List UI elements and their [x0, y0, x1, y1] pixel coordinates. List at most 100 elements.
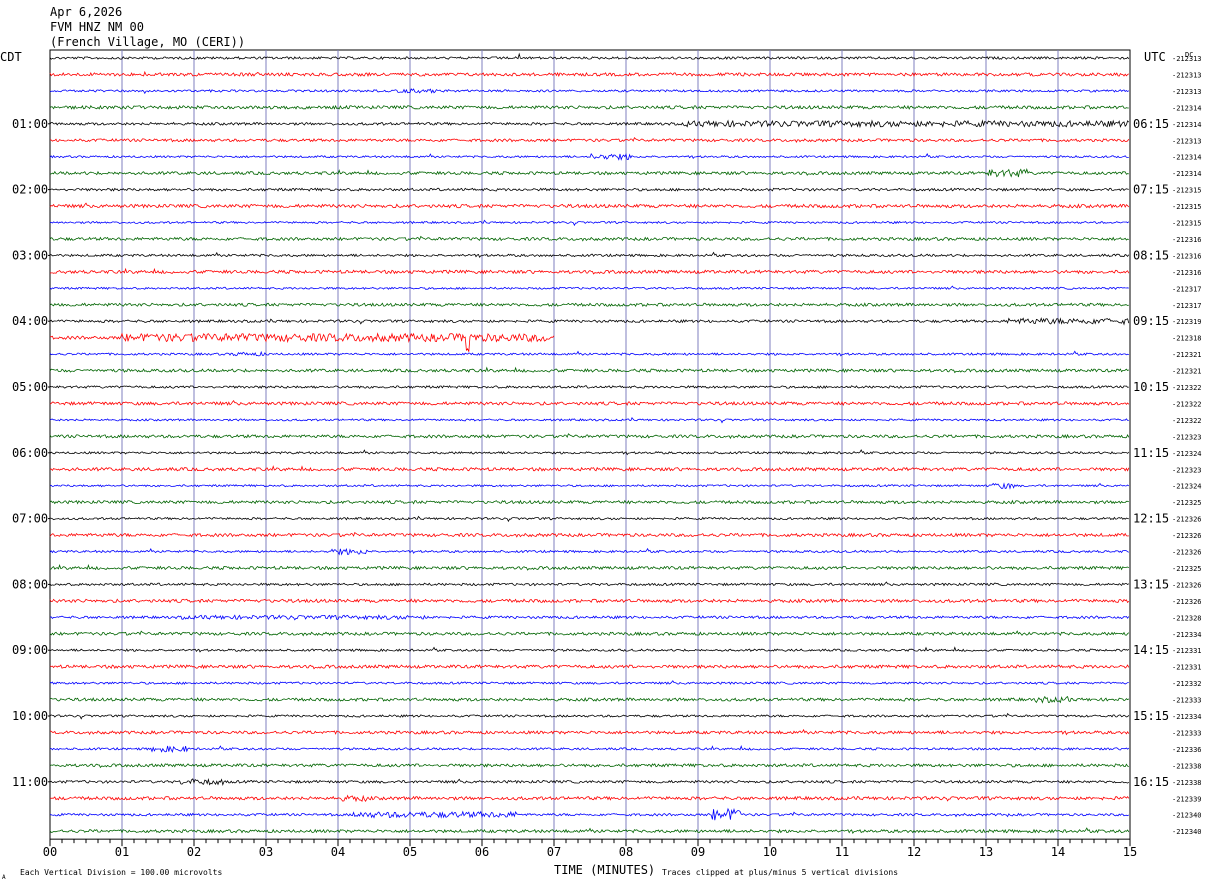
trace-line — [49, 531, 1129, 538]
dc-offset-value: -212334 — [1172, 713, 1202, 721]
dc-offset-value: -212326 — [1172, 549, 1202, 557]
left-hour-label: 04:00 — [12, 314, 48, 328]
dc-offset-value: -212313 — [1172, 88, 1202, 96]
trace-line — [49, 366, 1129, 374]
dc-offset-value: -212333 — [1172, 697, 1202, 705]
dc-offset-value: -212322 — [1172, 400, 1202, 408]
trace-line — [49, 465, 1130, 472]
trace-line — [49, 267, 1130, 275]
trace-line — [49, 763, 1130, 769]
dc-offset-value: -212322 — [1172, 417, 1202, 425]
dc-offset-value: -212317 — [1172, 285, 1202, 293]
trace-group — [49, 52, 1130, 835]
dc-offset-value: -212322 — [1172, 384, 1202, 392]
dc-offset-value: -212321 — [1172, 368, 1202, 376]
dc-offset-value: -212331 — [1172, 664, 1202, 672]
trace-line — [49, 70, 1130, 78]
left-hour-labels: 01:00 02:00 03:00 04:00 05:00 06:00 07:00 08:00… — [12, 117, 50, 789]
trace-line — [49, 417, 1129, 424]
dc-offset-value: -212317 — [1172, 302, 1202, 310]
trace-line — [49, 728, 1130, 736]
dc-offset-value: -212319 — [1172, 318, 1202, 326]
x-tick-label: 02 — [187, 845, 201, 859]
trace-line — [49, 563, 1129, 571]
left-hour-label: 10:00 — [12, 709, 48, 723]
helicorder-record: Apr 6,2026 FVM HNZ NM 00 (French Village… — [0, 0, 1210, 886]
dc-offset-value: -212323 — [1172, 433, 1202, 441]
dc-offset-value: -212314 — [1172, 170, 1202, 178]
dc-offset-value: -212315 — [1172, 187, 1202, 195]
dc-offset-value: -212325 — [1172, 565, 1202, 573]
x-axis: 00 01 02 03 04 05 06 07 08 09 10 11 12 13 14 15 — [43, 839, 1137, 859]
dc-offset-value: -212315 — [1172, 220, 1202, 228]
trace-line — [49, 136, 1130, 143]
left-timezone-label: CDT — [0, 50, 22, 64]
dc-offset-value: -212314 — [1172, 121, 1202, 129]
trace-line — [49, 777, 1130, 787]
dc-offset-value: -212326 — [1172, 581, 1202, 589]
trace-line — [49, 400, 1130, 406]
trace-line — [49, 680, 1129, 685]
right-hour-label: 06:15 — [1133, 117, 1169, 131]
trace-line — [49, 794, 1130, 803]
x-tick-label: 13 — [979, 845, 993, 859]
dc-offset-value: -212328 — [1172, 614, 1202, 622]
trace-line — [49, 433, 1130, 440]
dc-offset-value: -212324 — [1172, 450, 1202, 458]
trace-line — [49, 350, 1129, 357]
dc-offset-value: -212339 — [1172, 795, 1202, 803]
right-hour-label: 10:15 — [1133, 380, 1169, 394]
dc-offset-value: -212316 — [1172, 236, 1202, 244]
trace-line — [49, 317, 1130, 326]
dc-offset-value: -212325 — [1172, 499, 1202, 507]
x-tick-label: 09 — [691, 845, 705, 859]
trace-line — [49, 187, 1129, 192]
left-hour-label: 01:00 — [12, 117, 48, 131]
dc-offset-value: -212338 — [1172, 779, 1202, 787]
right-hour-label: 11:15 — [1133, 446, 1169, 460]
left-hour-label: 05:00 — [12, 380, 48, 394]
x-tick-label: 06 — [475, 845, 489, 859]
right-hour-label: 08:15 — [1133, 248, 1169, 262]
trace-line — [49, 515, 1129, 523]
dc-offset-value: -212326 — [1172, 516, 1202, 524]
dc-offset-value: -212316 — [1172, 269, 1202, 277]
trace-line — [49, 614, 1130, 621]
dc-offset-value: -212326 — [1172, 532, 1202, 540]
x-tick-label: 14 — [1051, 845, 1065, 859]
trace-line — [49, 807, 1130, 821]
x-tick-label: 01 — [115, 845, 129, 859]
trace-line — [49, 235, 1129, 242]
left-hour-label: 02:00 — [12, 183, 48, 197]
trace-line — [49, 168, 1129, 178]
dc-offset-value: -212333 — [1172, 729, 1202, 737]
trace-line — [49, 119, 1130, 129]
right-hour-label: 12:15 — [1133, 512, 1169, 526]
trace-line — [49, 219, 1130, 227]
dc-offset-value: -212323 — [1172, 466, 1202, 474]
trace-line — [49, 712, 1130, 720]
dc-offset-value: -212326 — [1172, 598, 1202, 606]
trace-line — [49, 482, 1130, 490]
trace-line — [49, 332, 555, 352]
trace-line — [49, 581, 1130, 587]
dc-offset-value: -212318 — [1172, 335, 1202, 343]
right-hour-label: 09:15 — [1133, 314, 1169, 328]
trace-line — [49, 285, 1129, 291]
grid-lines — [49, 49, 1131, 840]
trace-line — [49, 744, 1130, 754]
dc-offset-value: -212338 — [1172, 762, 1202, 770]
trace-line — [49, 695, 1130, 704]
trace-line — [49, 449, 1130, 456]
corner-mark: A — [2, 874, 6, 881]
dc-offset-value: -212331 — [1172, 647, 1202, 655]
dc-offset-value: -212314 — [1172, 104, 1202, 112]
x-tick-label: 12 — [907, 845, 921, 859]
x-tick-label: 08 — [619, 845, 633, 859]
x-axis-title: TIME (MINUTES) — [554, 863, 655, 877]
dc-offset-value: -212316 — [1172, 252, 1202, 260]
dc-offset-value: -212313 — [1172, 137, 1202, 145]
trace-line — [49, 499, 1129, 505]
trace-line — [49, 302, 1129, 308]
trace-line — [49, 153, 1129, 161]
